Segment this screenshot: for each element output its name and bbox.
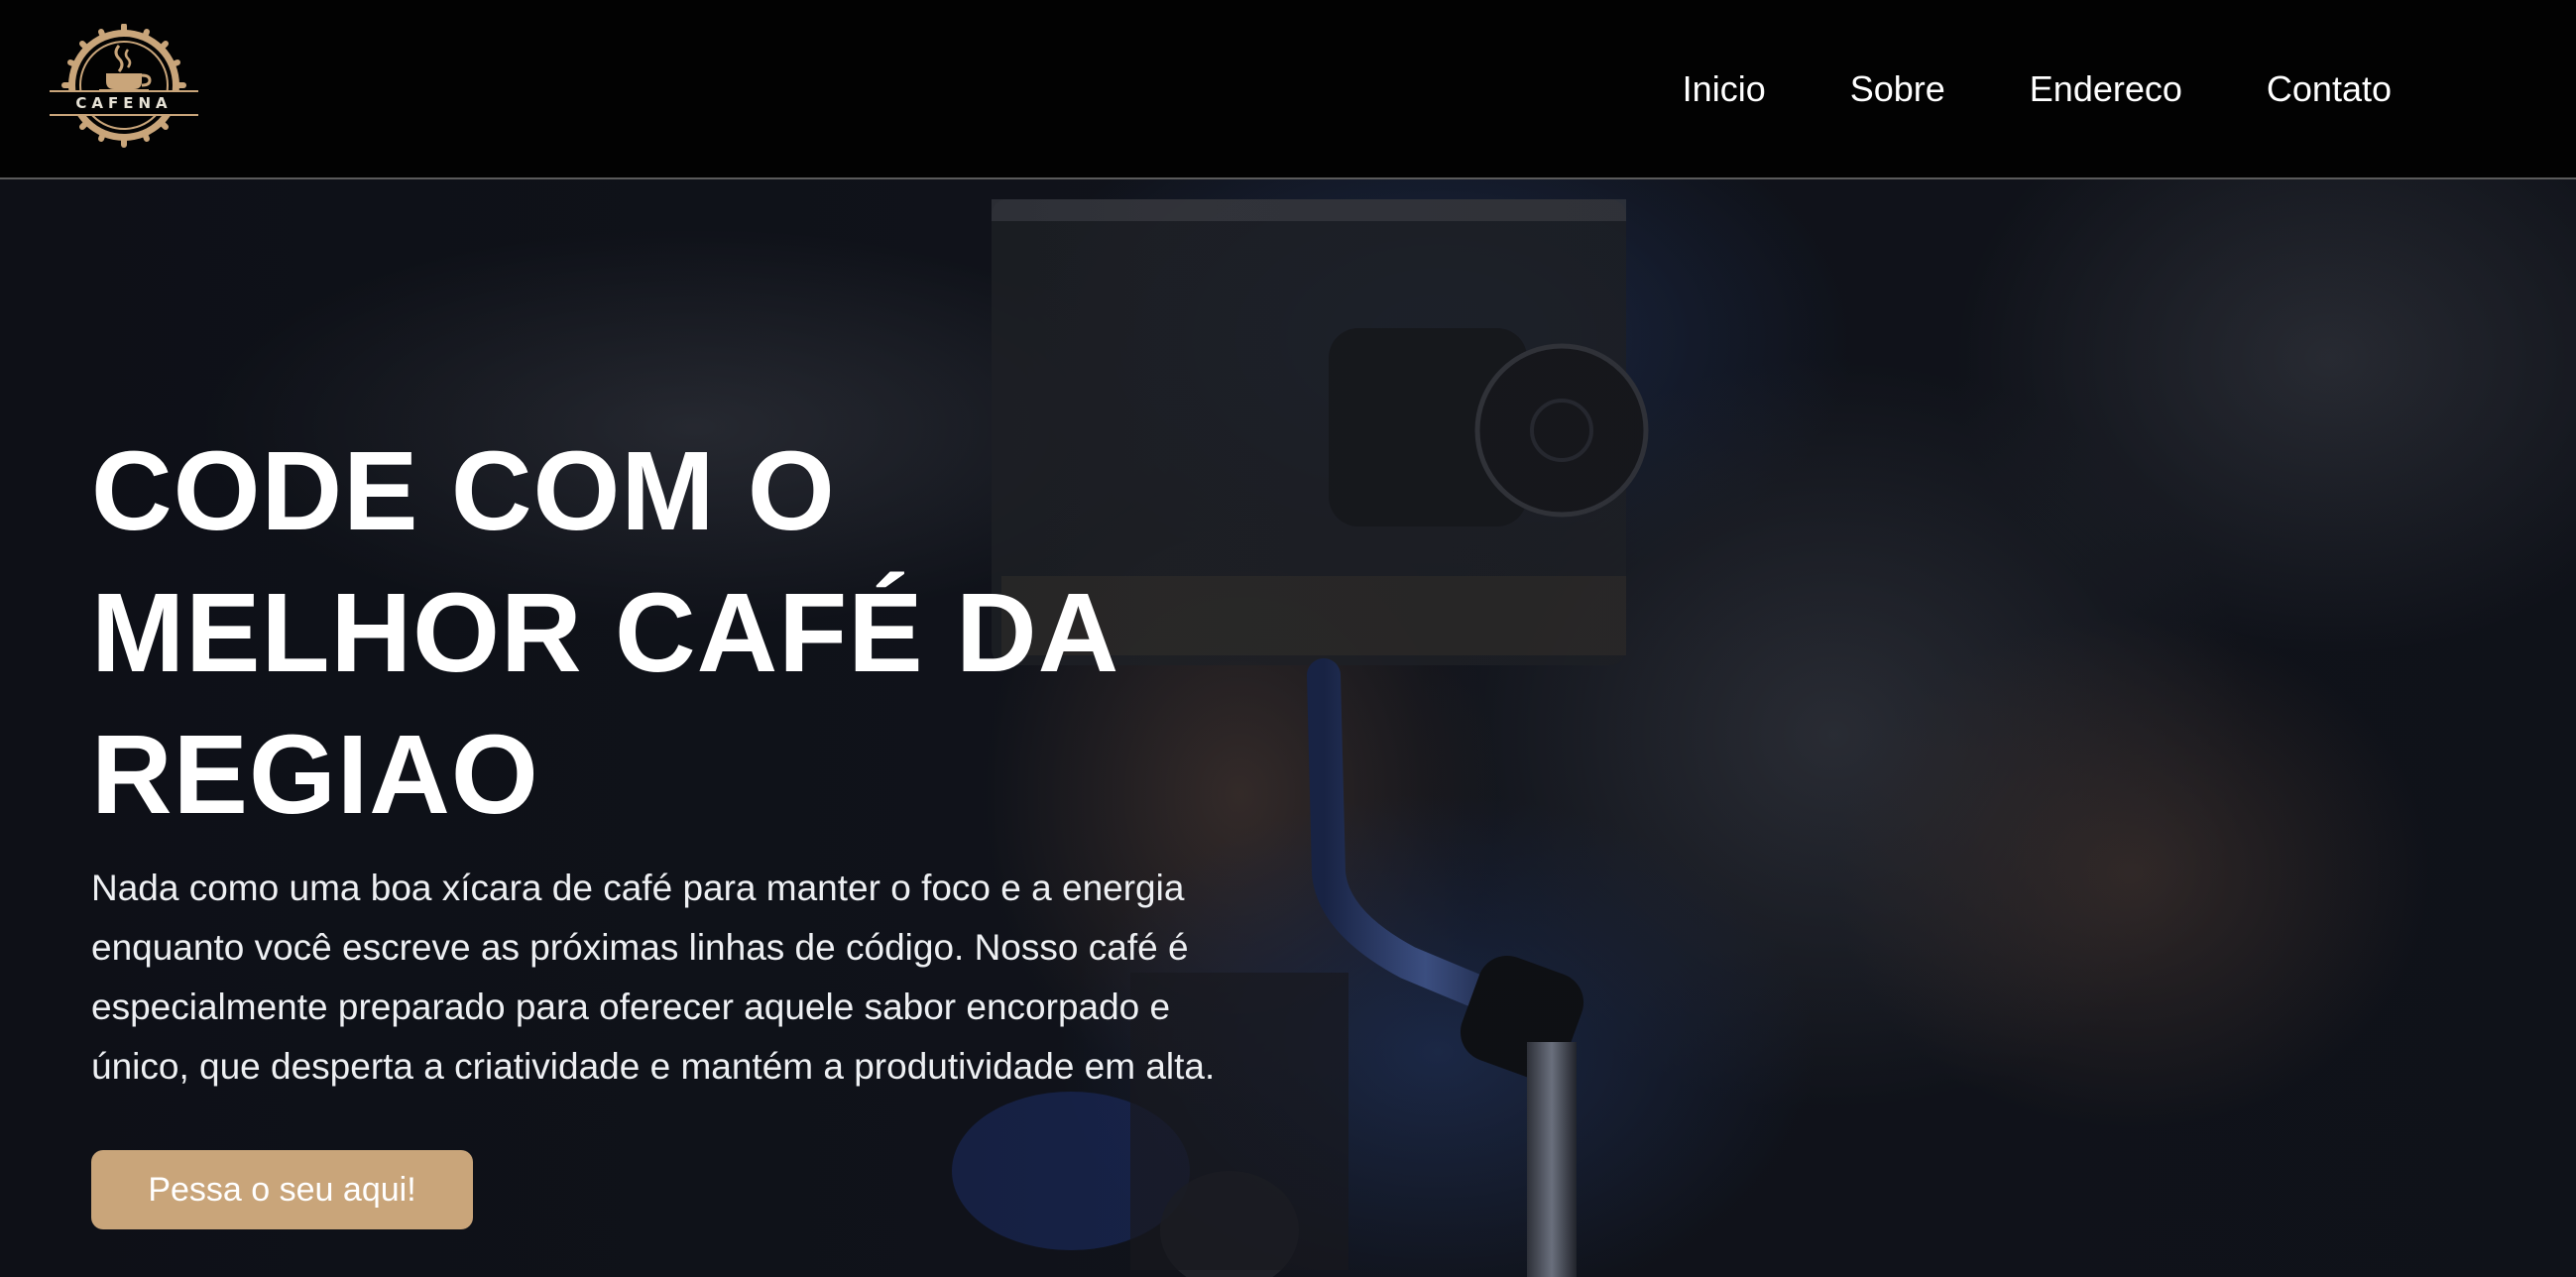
order-button[interactable]: Pessa o seu aqui! xyxy=(91,1150,473,1229)
hero-description-line: enquanto você escreve as próximas linhas… xyxy=(91,927,1189,968)
nav-link-inicio[interactable]: Inicio xyxy=(1683,63,1766,115)
nav-link-sobre[interactable]: Sobre xyxy=(1850,63,1945,115)
cafena-logo[interactable]: CAFENA xyxy=(50,24,198,151)
landing-page: CAFENA Inicio Sobre Endereco Contato COD… xyxy=(0,0,2576,1277)
main-nav: Inicio Sobre Endereco Contato xyxy=(1683,63,2392,115)
hero-description: Nada como uma boa xícara de café para ma… xyxy=(91,859,1331,1097)
hero-description-line: Nada como uma boa xícara de café para ma… xyxy=(91,868,1185,908)
hero-title-line: CODE COM O xyxy=(91,428,836,553)
hero-description-line: único, que desperta a criatividade e man… xyxy=(91,1046,1216,1087)
hero-title-line: REGIAO xyxy=(91,712,539,837)
nav-link-contato[interactable]: Contato xyxy=(2267,63,2392,115)
hero-description-line: especialmente preparado para oferecer aq… xyxy=(91,987,1171,1027)
site-header: CAFENA Inicio Sobre Endereco Contato xyxy=(0,0,2576,179)
nav-link-endereco[interactable]: Endereco xyxy=(2030,63,2182,115)
coffee-badge-icon xyxy=(50,24,198,148)
hero-title: CODE COM O MELHOR CAFÉ DA REGIAO xyxy=(91,420,1281,846)
hero-title-line: MELHOR CAFÉ DA xyxy=(91,570,1120,695)
logo-wordmark: CAFENA xyxy=(75,94,173,112)
hero-section: CODE COM O MELHOR CAFÉ DA REGIAO Nada co… xyxy=(0,179,2576,1277)
